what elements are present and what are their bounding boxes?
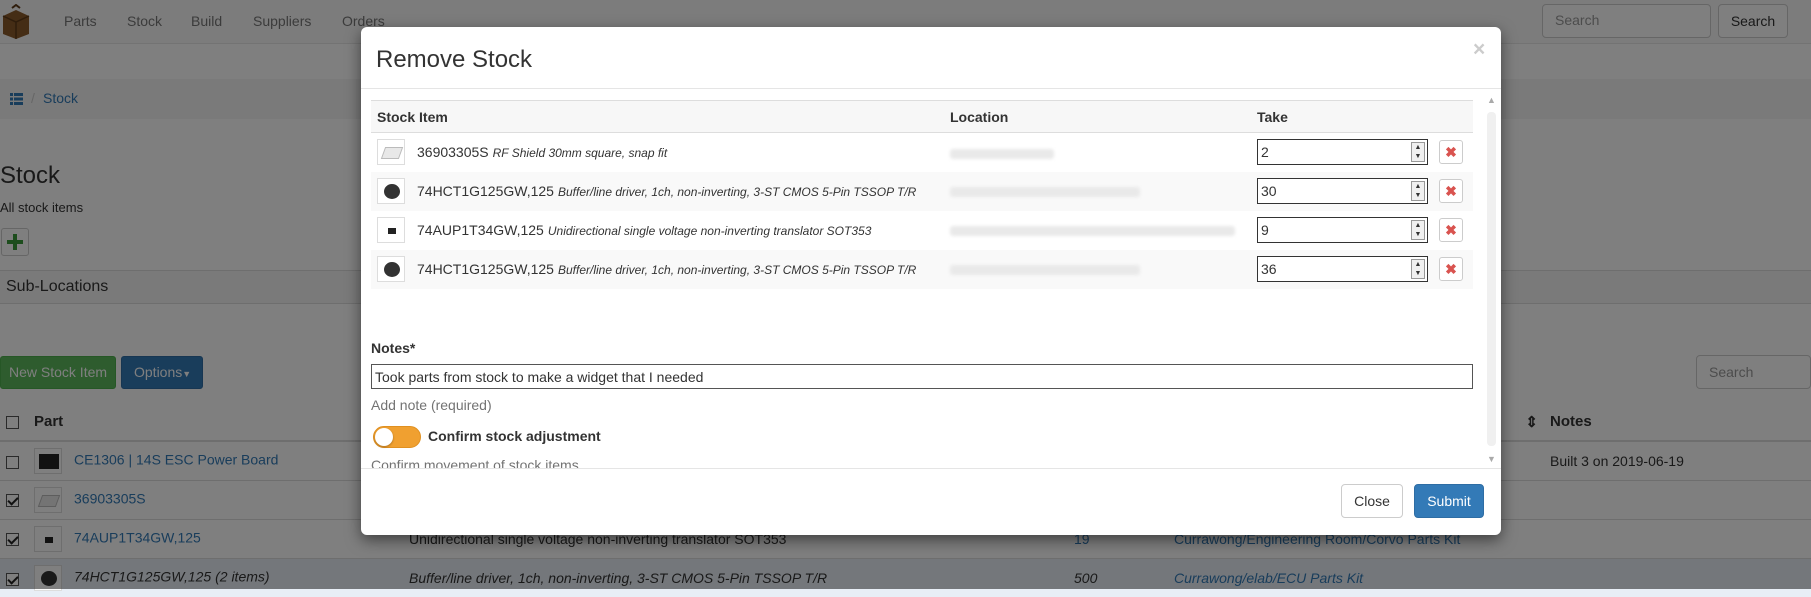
table-header: Stock Item Location Take bbox=[371, 100, 1473, 133]
quantity-stepper[interactable]: ▲ ▼ bbox=[1411, 220, 1425, 240]
part-description: Unidirectional single voltage non-invert… bbox=[547, 224, 872, 238]
part-name: 36903305S bbox=[417, 144, 489, 161]
take-quantity-value[interactable] bbox=[1258, 179, 1408, 203]
part-thumbnail bbox=[377, 139, 405, 166]
scroll-thumb[interactable] bbox=[1487, 112, 1496, 446]
notes-input[interactable] bbox=[371, 364, 1473, 389]
part-description: RF Shield 30mm square, snap fit bbox=[492, 146, 668, 161]
location-redacted bbox=[950, 187, 1140, 198]
notes-help-text: Add note (required) bbox=[371, 397, 492, 413]
take-quantity-input[interactable]: ▲▼ bbox=[1257, 217, 1428, 243]
table-row: 36903305S RF Shield 30mm square, snap fit… bbox=[371, 133, 1473, 172]
part-thumbnail bbox=[377, 178, 405, 204]
scroll-up-icon[interactable]: ▲ bbox=[1487, 95, 1496, 105]
part-description: Buffer/line driver, 1ch, non-inverting, … bbox=[557, 185, 917, 199]
quantity-stepper[interactable]: ▲ ▼ bbox=[1411, 142, 1425, 163]
table-row: 74HCT1G125GW,125 Buffer/line driver, 1ch,… bbox=[371, 249, 1473, 289]
location-redacted bbox=[950, 148, 1054, 159]
part-name: 74HCT1G125GW,125 bbox=[417, 183, 554, 199]
take-quantity-value[interactable] bbox=[1258, 140, 1408, 165]
remove-row-button[interactable]: ✖ bbox=[1439, 179, 1463, 203]
part-name: 74HCT1G125GW,125 bbox=[417, 261, 554, 277]
table-row: 74AUP1T34GW,125 Unidirectional single vol… bbox=[371, 211, 1473, 250]
location-redacted bbox=[950, 265, 1140, 276]
remove-row-button[interactable]: ✖ bbox=[1439, 257, 1463, 281]
take-quantity-value[interactable] bbox=[1258, 218, 1408, 242]
part-thumbnail bbox=[377, 256, 405, 282]
confirm-help-text: Confirm movement of stock items bbox=[371, 457, 579, 468]
remove-row-button[interactable]: ✖ bbox=[1439, 218, 1463, 242]
modal-title: Remove Stock bbox=[376, 46, 533, 73]
remove-row-button[interactable]: ✖ bbox=[1439, 140, 1463, 165]
modal-body: Stock Item Location Take 36903305S RF Shi… bbox=[361, 90, 1501, 468]
take-quantity-value[interactable] bbox=[1258, 257, 1408, 281]
confirm-label: Confirm stock adjustment bbox=[428, 428, 601, 444]
quantity-stepper[interactable]: ▲ ▼ bbox=[1411, 259, 1425, 279]
quantity-stepper[interactable]: ▲ ▼ bbox=[1411, 181, 1425, 201]
remove-stock-table: Stock Item Location Take 36903305S RF Shi… bbox=[371, 100, 1473, 289]
take-quantity-input[interactable]: ▲▼ bbox=[1257, 139, 1428, 166]
stock-item-column-header: Stock Item bbox=[371, 100, 944, 133]
close-icon[interactable]: × bbox=[1473, 38, 1485, 62]
take-quantity-input[interactable]: ▲▼ bbox=[1257, 256, 1428, 282]
modal-footer: Close Submit bbox=[361, 468, 1501, 535]
toggle-knob bbox=[375, 428, 393, 446]
part-thumbnail bbox=[377, 217, 405, 243]
remove-stock-modal: Remove Stock × Stock Item Location Take … bbox=[361, 27, 1501, 535]
scroll-down-icon[interactable]: ▼ bbox=[1487, 454, 1496, 464]
submit-button[interactable]: Submit bbox=[1414, 484, 1484, 518]
notes-label: Notes* bbox=[371, 340, 416, 356]
modal-header: Remove Stock × bbox=[361, 27, 1501, 89]
part-description: Buffer/line driver, 1ch, non-inverting, … bbox=[557, 263, 917, 277]
take-quantity-input[interactable]: ▲▼ bbox=[1257, 178, 1428, 204]
table-row: 74HCT1G125GW,125 Buffer/line driver, 1ch,… bbox=[371, 171, 1473, 211]
confirm-toggle[interactable] bbox=[373, 426, 421, 448]
part-name: 74AUP1T34GW,125 bbox=[417, 222, 544, 238]
location-redacted bbox=[950, 226, 1235, 237]
location-column-header: Location bbox=[944, 100, 1251, 133]
close-button[interactable]: Close bbox=[1341, 484, 1403, 518]
take-column-header: Take bbox=[1251, 100, 1433, 133]
